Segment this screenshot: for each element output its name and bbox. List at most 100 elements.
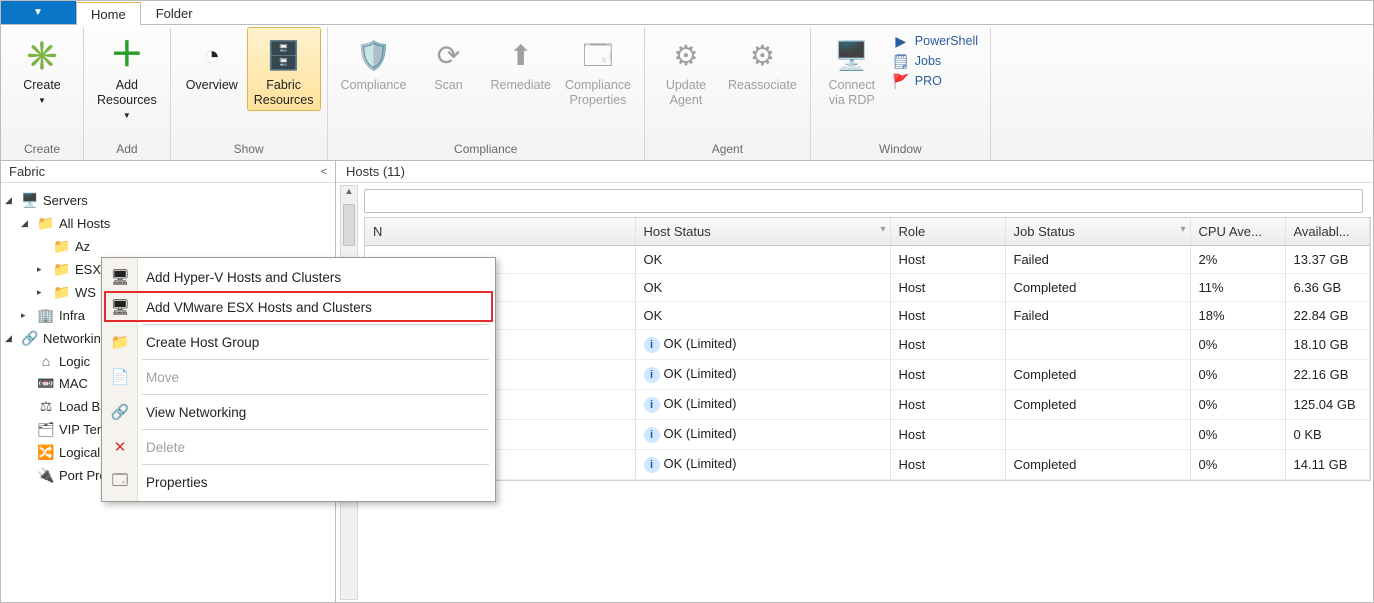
table-row[interactable]: corn...iOK (Limited)HostCompleted0%14.11…	[365, 450, 1370, 480]
pro-button[interactable]: 🚩PRO	[889, 71, 982, 91]
file-menu-button[interactable]: ▼	[1, 1, 76, 24]
powershell-icon: ▶	[893, 33, 909, 49]
ctx-add-hyperv[interactable]: 🖥Add Hyper-V Hosts and Clusters	[102, 262, 495, 292]
folder-icon: 📁	[53, 261, 71, 278]
col-name[interactable]: N	[365, 218, 635, 246]
compliance-button[interactable]: 🛡️ Compliance	[334, 27, 414, 96]
cell-cpu: 11%	[1190, 274, 1285, 302]
connect-rdp-label: Connect via RDP	[829, 78, 876, 108]
filter-icon[interactable]: ▾	[880, 224, 885, 235]
pie-chart-icon: ◔	[193, 36, 231, 74]
table-row[interactable]: iOK (Limited)Host0%18.10 GB	[365, 330, 1370, 360]
properties-icon: 🗔	[579, 36, 617, 74]
ctx-move[interactable]: 📄Move	[102, 362, 495, 392]
cell-cpu: 0%	[1190, 450, 1285, 480]
scroll-up-icon[interactable]: ▲	[341, 186, 357, 202]
create-button[interactable]: ✳️ Create ▼	[7, 27, 77, 111]
table-row[interactable]: iOK (Limited)HostCompleted0%22.16 GB	[365, 360, 1370, 390]
ctx-create-group[interactable]: 📁Create Host Group	[102, 327, 495, 357]
table-row[interactable]: iOK (Limited)Host0%0 KB	[365, 420, 1370, 450]
reassociate-button[interactable]: ⚙ Reassociate	[721, 27, 804, 96]
infra-icon: 🏢	[37, 307, 55, 324]
info-icon: i	[644, 427, 660, 443]
tree-servers[interactable]: ◢🖥️Servers	[5, 189, 335, 212]
hosts-grid: N Host Status▾ Role Job Status▾ CPU Ave.…	[364, 217, 1371, 481]
scan-button[interactable]: ⟳ Scan	[414, 27, 484, 96]
cell-status: OK	[635, 246, 890, 274]
ctx-delete[interactable]: ✕Delete	[102, 432, 495, 462]
cell-role: Host	[890, 390, 1005, 420]
tab-strip: ▼ Home Folder	[1, 1, 1373, 25]
add-resources-button[interactable]: ＋ Add Resources ▼	[90, 27, 164, 126]
ctx-properties[interactable]: 🗔Properties	[102, 467, 495, 497]
table-row[interactable]: OKHostFailed18%22.84 GB	[365, 302, 1370, 330]
tree-az[interactable]: 📁Az	[5, 235, 335, 258]
compliance-properties-button[interactable]: 🗔 Compliance Properties	[558, 27, 638, 111]
vip-icon: 🗂	[37, 421, 55, 438]
cell-avail: 13.37 GB	[1285, 246, 1370, 274]
cell-role: Host	[890, 302, 1005, 330]
network-icon: 🔗	[21, 330, 39, 347]
scan-label: Scan	[434, 78, 463, 93]
gear-up-icon: ⚙	[667, 36, 705, 74]
remediate-button[interactable]: ⬆ Remediate	[484, 27, 558, 96]
overview-button[interactable]: ◔ Overview	[177, 27, 247, 96]
group-window: Window	[817, 140, 984, 160]
powershell-button[interactable]: ▶PowerShell	[889, 31, 982, 51]
folder-icon: 📁	[53, 238, 71, 255]
network-icon: 🔗	[110, 403, 130, 421]
cell-cpu: 0%	[1190, 360, 1285, 390]
arrow-up-icon: ⬆	[502, 36, 540, 74]
gear-link-icon: ⚙	[743, 36, 781, 74]
cell-status: iOK (Limited)	[635, 360, 890, 390]
logical-net-icon: ⌂	[37, 353, 55, 369]
star-icon: ✳️	[23, 36, 61, 74]
cell-avail: 18.10 GB	[1285, 330, 1370, 360]
col-avail[interactable]: Availabl...	[1285, 218, 1370, 246]
separator	[142, 324, 489, 325]
connect-rdp-button[interactable]: 🖥️ Connect via RDP	[817, 27, 887, 111]
cell-role: Host	[890, 360, 1005, 390]
cell-status: iOK (Limited)	[635, 330, 890, 360]
group-agent: Agent	[651, 140, 804, 160]
search-input[interactable]	[364, 189, 1363, 213]
separator	[142, 429, 489, 430]
table-row[interactable]: OKHostCompleted11%6.36 GB	[365, 274, 1370, 302]
collapse-icon[interactable]: <	[321, 166, 327, 178]
cell-job: Completed	[1005, 360, 1190, 390]
table-row[interactable]: OKHostFailed2%13.37 GB	[365, 246, 1370, 274]
tree-all-hosts[interactable]: ◢📁All Hosts	[5, 212, 335, 235]
create-label: Create	[23, 78, 61, 93]
ctx-add-vmware[interactable]: 🖥Add VMware ESX Hosts and Clusters	[102, 292, 495, 322]
col-job-status[interactable]: Job Status▾	[1005, 218, 1190, 246]
overview-label: Overview	[186, 78, 238, 93]
cell-avail: 22.84 GB	[1285, 302, 1370, 330]
ctx-view-networking[interactable]: 🔗View Networking	[102, 397, 495, 427]
cell-cpu: 0%	[1190, 420, 1285, 450]
scroll-thumb[interactable]	[343, 204, 355, 246]
tab-folder[interactable]: Folder	[141, 1, 208, 24]
compliance-props-label: Compliance Properties	[565, 78, 631, 108]
cell-job	[1005, 420, 1190, 450]
cell-job: Completed	[1005, 390, 1190, 420]
filter-icon[interactable]: ▾	[1180, 224, 1185, 235]
compliance-label: Compliance	[341, 78, 407, 93]
group-add: Add	[90, 140, 164, 160]
update-agent-button[interactable]: ⚙ Update Agent	[651, 27, 721, 111]
jobs-button[interactable]: 🗒Jobs	[889, 51, 982, 71]
col-role[interactable]: Role	[890, 218, 1005, 246]
cell-job: Failed	[1005, 302, 1190, 330]
cell-status: iOK (Limited)	[635, 450, 890, 480]
tab-home[interactable]: Home	[76, 2, 141, 25]
info-icon: i	[644, 337, 660, 353]
server-stack-icon: 🗄️	[265, 36, 303, 74]
servers-icon: 🖥️	[21, 192, 39, 209]
jobs-icon: 🗒	[893, 53, 909, 69]
chevron-down-icon: ▼	[123, 108, 131, 123]
fabric-resources-button[interactable]: 🗄️ Fabric Resources	[247, 27, 321, 111]
table-row[interactable]: iOK (Limited)HostCompleted0%125.04 GB	[365, 390, 1370, 420]
col-cpu[interactable]: CPU Ave...	[1190, 218, 1285, 246]
col-host-status[interactable]: Host Status▾	[635, 218, 890, 246]
cell-role: Host	[890, 330, 1005, 360]
mac-pool-icon: 📼	[37, 375, 55, 392]
